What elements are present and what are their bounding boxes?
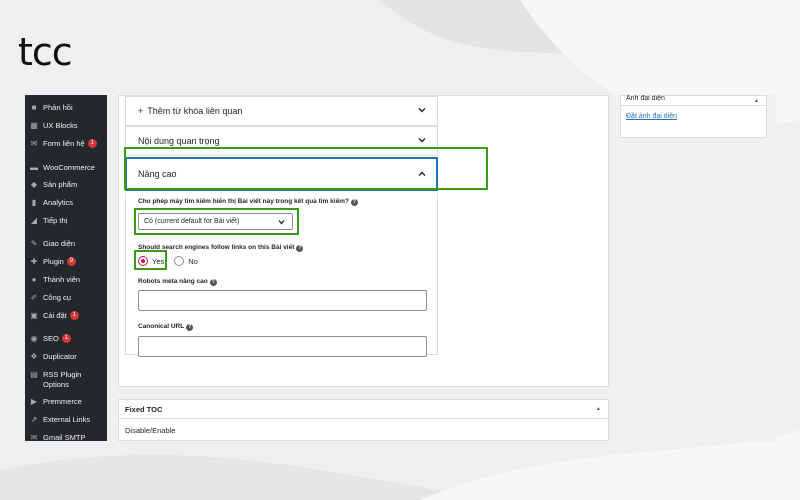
sidebar-item-appearance[interactable]: ✎ Giao diện: [25, 239, 107, 249]
seo-icon: ◉: [30, 334, 38, 343]
sidebar-item-label: Duplicator: [43, 352, 77, 361]
sidebar-item-label: Premmerce: [43, 397, 82, 406]
sidebar-item-label: Gmail SMTP: [43, 433, 86, 441]
canonical-url-input[interactable]: [138, 336, 427, 357]
woo-icon: ▬: [30, 163, 38, 172]
external-link-icon: ⇗: [30, 415, 38, 424]
sidebar-item-contact-form[interactable]: ✉ Form liên hệ 1: [25, 139, 107, 149]
highlight-allow-search-select: [134, 208, 299, 235]
brand-logo: tcc: [18, 30, 73, 74]
chart-icon: ▮: [31, 198, 37, 207]
allow-search-label: Cho phép máy tìm kiếm hiển thị Bài viết …: [138, 198, 349, 205]
featured-image-box: Ảnh đại diện ▲ Đặt ảnh đại diện: [620, 95, 767, 138]
sidebar-item-analytics[interactable]: ▮ Analytics: [25, 198, 107, 208]
robots-meta-input[interactable]: [138, 290, 427, 311]
sidebar-item-plugins[interactable]: ✚ Plugin 9: [25, 257, 107, 267]
notification-badge: 9: [66, 257, 76, 266]
related-keywords-label: Thêm từ khóa liên quan: [147, 106, 243, 116]
divider: [119, 418, 608, 419]
rss-icon: ▤: [30, 370, 38, 379]
sidebar-item-products[interactable]: ◆ Sản phẩm: [25, 180, 107, 190]
notification-badge: 1: [61, 334, 71, 343]
help-icon[interactable]: ?: [350, 199, 358, 206]
sidebar-item-rss-plugin-options[interactable]: ▤ RSS Plugin Options: [25, 370, 107, 390]
notification-badge: 1: [69, 311, 79, 320]
canonical-url-label: Canonical URL: [138, 323, 185, 330]
sidebar-item-label: WooCommerce: [43, 163, 95, 172]
sidebar-item-label: RSS Plugin Options: [43, 370, 82, 389]
sidebar-item-label: UX Blocks: [43, 121, 78, 130]
robots-meta-label: Robots meta nâng cao: [138, 278, 208, 285]
accordion-related-keywords[interactable]: + Thêm từ khóa liên quan: [125, 96, 438, 126]
sidebar-item-label: External Links: [43, 415, 91, 424]
accordion-label: + Thêm từ khóa liên quan: [138, 106, 242, 116]
box-icon: ◆: [30, 180, 38, 189]
megaphone-icon: ◢: [30, 216, 38, 225]
sidebar-item-label: Tiếp thị: [43, 216, 68, 225]
sidebar-item-marketing[interactable]: ◢ Tiếp thị: [25, 216, 107, 226]
sidebar-item-label: Plugin: [43, 257, 64, 266]
sidebar-item-label: Sản phẩm: [43, 180, 78, 189]
wordpress-editor-screenshot: ■ Phản hồi ▦ UX Blocks ✉ Form liên hệ 1 …: [25, 95, 776, 441]
sidebar-item-label: Phản hồi: [43, 103, 73, 112]
help-icon[interactable]: ?: [296, 245, 304, 252]
radio-no-label: No: [188, 256, 198, 266]
set-featured-image-link[interactable]: Đặt ảnh đại diện: [626, 113, 677, 120]
fixed-toc-box: Fixed TOC ▲ Disable/Enable: [118, 399, 609, 441]
sidebar-item-external-links[interactable]: ⇗ External Links: [25, 415, 107, 425]
sidebar-item-label: Form liên hệ: [43, 139, 85, 148]
divider: [621, 105, 766, 106]
comment-icon: ■: [31, 103, 37, 112]
robots-meta-question: Robots meta nâng cao?: [138, 278, 217, 286]
caret-up-icon[interactable]: ▲: [754, 98, 759, 104]
fixed-toc-title: Fixed TOC: [125, 405, 163, 414]
sidebar-item-tools[interactable]: ✐ Công cụ: [25, 293, 107, 303]
accordion-label: Nội dung quan trọng: [138, 136, 220, 146]
help-icon[interactable]: ?: [186, 324, 194, 331]
mail-icon: ✉: [30, 139, 38, 148]
disable-enable-label: Disable/Enable: [125, 426, 176, 435]
sidebar-item-gmail-smtp[interactable]: ✉ Gmail SMTP: [25, 433, 107, 441]
sidebar-item-label: Giao diện: [43, 239, 76, 248]
brush-icon: ✎: [30, 239, 38, 248]
chevron-down-icon: [418, 108, 426, 113]
wrench-icon: ✐: [30, 293, 38, 302]
plus-icon: +: [138, 106, 144, 116]
sidebar-item-label: Thành viên: [43, 275, 81, 284]
sidebar-item-ux-blocks[interactable]: ▦ UX Blocks: [25, 121, 107, 131]
sidebar-item-label: Công cụ: [43, 293, 71, 302]
sidebar-item-settings[interactable]: ▣ Cài đặt 1: [25, 311, 107, 321]
canonical-url-question: Canonical URL?: [138, 323, 194, 331]
sidebar-item-label: Analytics: [43, 198, 74, 207]
sidebar-item-label: Cài đặt: [43, 311, 67, 320]
admin-sidebar: ■ Phản hồi ▦ UX Blocks ✉ Form liên hệ 1 …: [25, 95, 107, 441]
gmail-icon: ✉: [30, 433, 38, 441]
user-icon: ●: [31, 275, 37, 284]
caret-up-icon[interactable]: ▲: [596, 406, 601, 412]
sidebar-item-seo[interactable]: ◉ SEO 1: [25, 334, 107, 344]
highlight-advanced: [124, 147, 488, 190]
chevron-down-icon: [418, 138, 426, 143]
radio-no[interactable]: [174, 256, 185, 266]
allow-search-question: Cho phép máy tìm kiếm hiển thị Bài viết …: [138, 198, 358, 206]
help-icon[interactable]: ?: [209, 279, 217, 286]
sidebar-item-duplicator[interactable]: ❖ Duplicator: [25, 352, 107, 362]
settings-icon: ▣: [30, 311, 38, 320]
plug-icon: ✚: [30, 257, 38, 266]
highlight-yes-radio: [134, 250, 167, 270]
notification-badge: 1: [87, 139, 97, 148]
duplicator-icon: ❖: [30, 352, 38, 361]
sidebar-item-premmerce[interactable]: ▶ Premmerce: [25, 397, 107, 407]
sidebar-item-users[interactable]: ● Thành viên: [25, 275, 107, 285]
sidebar-item-label: SEO: [43, 334, 59, 343]
sidebar-item-woocommerce[interactable]: ▬ WooCommerce: [25, 163, 107, 173]
blocks-icon: ▦: [30, 121, 38, 130]
seo-metabox-panel: + Thêm từ khóa liên quan Nội dung quan tr…: [118, 95, 609, 387]
sidebar-item-feedback[interactable]: ■ Phản hồi: [25, 103, 107, 113]
featured-image-title: Ảnh đại diện: [626, 95, 665, 102]
premmerce-icon: ▶: [30, 397, 38, 406]
